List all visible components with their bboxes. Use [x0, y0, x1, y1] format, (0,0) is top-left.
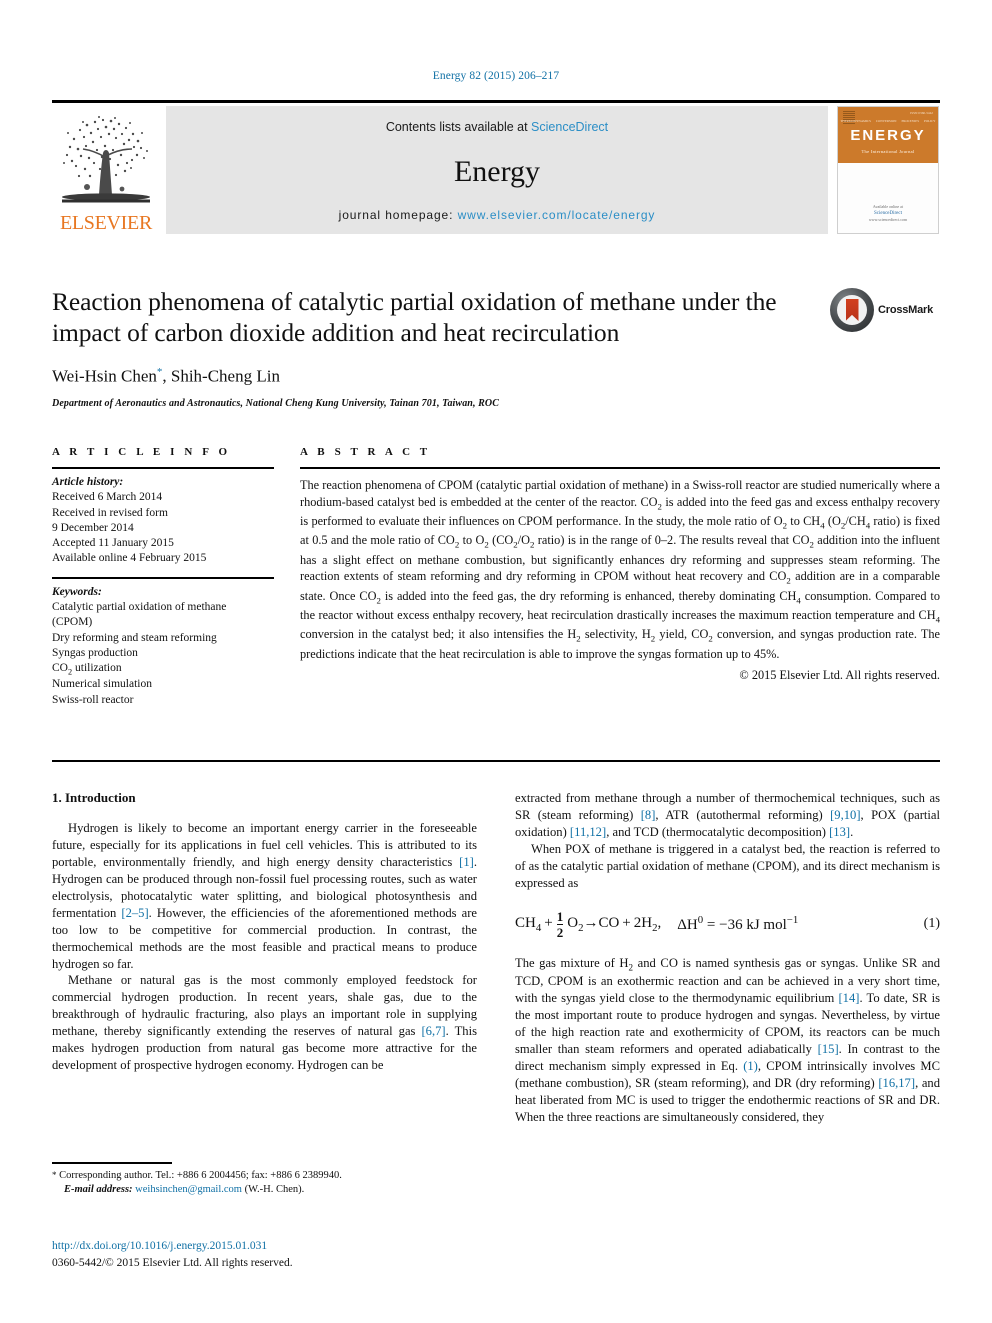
history-item: Received in revised form: [52, 506, 168, 519]
keyword-item: CO2 utilization: [52, 662, 122, 677]
cover-topic-tags: THERMODYNAMICS CONVERSION PROCESSES POLI…: [838, 119, 938, 123]
abstract-text: The reaction phenomena of CPOM (catalyti…: [300, 478, 941, 661]
journal-homepage-link[interactable]: www.elsevier.com/locate/energy: [458, 208, 656, 222]
section-heading-introduction: 1. Introduction: [52, 790, 136, 805]
email-link[interactable]: weihsinchen@gmail.com: [135, 1184, 242, 1195]
crossmark-label: CrossMark: [878, 304, 934, 316]
article-header: Reaction phenomena of catalytic partial …: [52, 286, 940, 409]
author-name-first: Wei-Hsin Chen: [52, 366, 157, 386]
keyword-item: Syngas production: [52, 646, 138, 659]
sciencedirect-link[interactable]: ScienceDirect: [531, 120, 608, 134]
journal-cover-thumbnail: ISSN 0360-5442 THERMODYNAMICS CONVERSION…: [836, 106, 940, 234]
elsevier-tree-icon: [62, 116, 150, 203]
equation-1-number: (1): [923, 916, 940, 932]
doi-link[interactable]: http://dx.doi.org/10.1016/j.energy.2015.…: [52, 1238, 552, 1255]
crossmark-icon: [830, 288, 874, 332]
issn-copyright-line: 0360-5442/© 2015 Elsevier Ltd. All right…: [52, 1256, 293, 1269]
history-item: 9 December 2014: [52, 521, 134, 534]
footnote-rule: [52, 1162, 172, 1164]
running-head: Energy 82 (2015) 206–217: [432, 70, 560, 82]
keywords-label: Keywords:: [52, 585, 102, 598]
paragraph: extracted from methane through a number …: [515, 791, 941, 839]
article-history: Article history: Received 6 March 2014 R…: [52, 469, 274, 575]
affiliation: Department of Aeronautics and Astronauti…: [52, 397, 500, 409]
homepage-prefix: journal homepage:: [338, 208, 458, 222]
citation-link[interactable]: [14]: [838, 991, 859, 1005]
history-item: Accepted 11 January 2015: [52, 537, 174, 550]
equation-1: CH4 + 1 2 O2→CO + 2H2, ΔH0 = −36 kJ mol−…: [515, 910, 940, 939]
one-half-fraction: 1 2: [556, 908, 564, 940]
history-item: Received 6 March 2014: [52, 491, 163, 504]
cover-footer: Available online at ScienceDirect www.sc…: [838, 204, 938, 224]
journal-banner: Contents lists available at ScienceDirec…: [166, 106, 828, 234]
citation-link[interactable]: [16,17]: [878, 1076, 915, 1090]
author-list: Wei-Hsin Chen*, Shih-Cheng Lin: [52, 366, 816, 387]
citation-link[interactable]: [13]: [829, 825, 850, 839]
crossmark-badge[interactable]: CrossMark: [830, 286, 940, 332]
cover-tag: THERMODYNAMICS: [840, 119, 871, 123]
journal-title: Energy: [453, 155, 541, 188]
masthead-top-rule: [52, 100, 940, 103]
cover-footer-line3: www.sciencedirect.com: [868, 217, 908, 222]
author-name-second: , Shih-Cheng Lin: [162, 366, 280, 386]
keyword-item: Numerical simulation: [52, 678, 152, 691]
abstract-column: A B S T R A C T The reaction phenomena o…: [300, 446, 940, 708]
paragraph: Hydrogen is likely to become an importan…: [52, 821, 477, 971]
body-right-column: extracted from methane through a number …: [515, 790, 940, 1126]
corresponding-author-footnote: * Corresponding author. Tel.: +886 6 200…: [52, 1162, 477, 1198]
cover-footer-line2: ScienceDirect: [873, 210, 903, 216]
elsevier-logo: ELSEVIER: [52, 106, 160, 234]
footnote-corresponding-line: * Corresponding author. Tel.: +886 6 200…: [52, 1169, 477, 1184]
cover-tag: POLICY: [923, 119, 936, 123]
article-info-column: A R T I C L E I N F O Article history: R…: [52, 446, 300, 708]
keyword-item: (CPOM): [52, 616, 93, 629]
citation-link[interactable]: [9,10]: [830, 808, 860, 822]
body-separator-rule: [52, 760, 940, 762]
citation-link[interactable]: [2–5]: [121, 906, 148, 920]
citation-link[interactable]: [11,12]: [570, 825, 606, 839]
keyword-item: Swiss-roll reactor: [52, 693, 134, 706]
elsevier-wordmark: ELSEVIER: [59, 212, 153, 234]
cover-tag: CONVERSION: [875, 119, 897, 123]
cover-tag: PROCESSES: [901, 119, 919, 123]
keyword-item: Catalytic partial oxidation of methane: [52, 600, 227, 613]
equation-1-expression: CH4 + 1 2 O2→CO + 2H2, ΔH0 = −36 kJ mol−…: [515, 908, 799, 940]
cover-issn: ISSN 0360-5442: [910, 111, 933, 115]
footnote-marker: *: [52, 1169, 57, 1180]
paragraph: When POX of methane is triggered in a ca…: [515, 841, 940, 890]
citation-link[interactable]: [1]: [459, 855, 474, 869]
keywords: Keywords: Catalytic partial oxidation of…: [52, 579, 274, 708]
contents-available-line: Contents lists available at ScienceDirec…: [386, 120, 608, 134]
equation-reference-link[interactable]: (1): [743, 1059, 758, 1073]
footnote-email-line: E-mail address: weihsinchen@gmail.com (W…: [52, 1183, 477, 1198]
article-history-label: Article history:: [52, 476, 124, 488]
paragraph: Methane or natural gas is the most commo…: [52, 973, 477, 1073]
cover-title: ENERGY: [850, 127, 926, 144]
email-label: E-mail address:: [64, 1184, 133, 1196]
email-owner: (W.-H. Chen).: [244, 1184, 305, 1196]
keyword-item: Dry reforming and steam reforming: [52, 631, 217, 644]
citation-link[interactable]: [15]: [818, 1042, 839, 1056]
info-abstract-region: A R T I C L E I N F O Article history: R…: [52, 446, 940, 708]
article-info-heading: A R T I C L E I N F O: [52, 446, 231, 458]
abstract-copyright: © 2015 Elsevier Ltd. All rights reserved…: [739, 668, 940, 683]
page-title: Reaction phenomena of catalytic partial …: [52, 287, 777, 348]
footnote-corresponding-text: Corresponding author. Tel.: +886 6 20044…: [59, 1169, 342, 1181]
contents-prefix: Contents lists available at: [385, 120, 532, 134]
paragraph: The gas mixture of H2 and CO is named sy…: [515, 955, 941, 1124]
journal-homepage-line: journal homepage: www.elsevier.com/locat…: [339, 208, 656, 222]
abstract-heading: A B S T R A C T: [300, 446, 431, 458]
cover-subtitle: The International Journal: [861, 149, 915, 154]
history-item: Available online 4 February 2015: [52, 552, 207, 565]
page-footer: http://dx.doi.org/10.1016/j.energy.2015.…: [52, 1238, 552, 1271]
body-columns: 1. Introduction Hydrogen is likely to be…: [52, 790, 940, 1126]
journal-masthead: ELSEVIER Contents lists available at Sci…: [52, 100, 940, 234]
body-left-column: 1. Introduction Hydrogen is likely to be…: [52, 790, 477, 1126]
citation-link[interactable]: [6,7]: [421, 1024, 445, 1038]
citation-link[interactable]: [8]: [641, 808, 656, 822]
journal-article-page: Energy 82 (2015) 206–217 ELSEVIER Conten…: [0, 0, 992, 1323]
